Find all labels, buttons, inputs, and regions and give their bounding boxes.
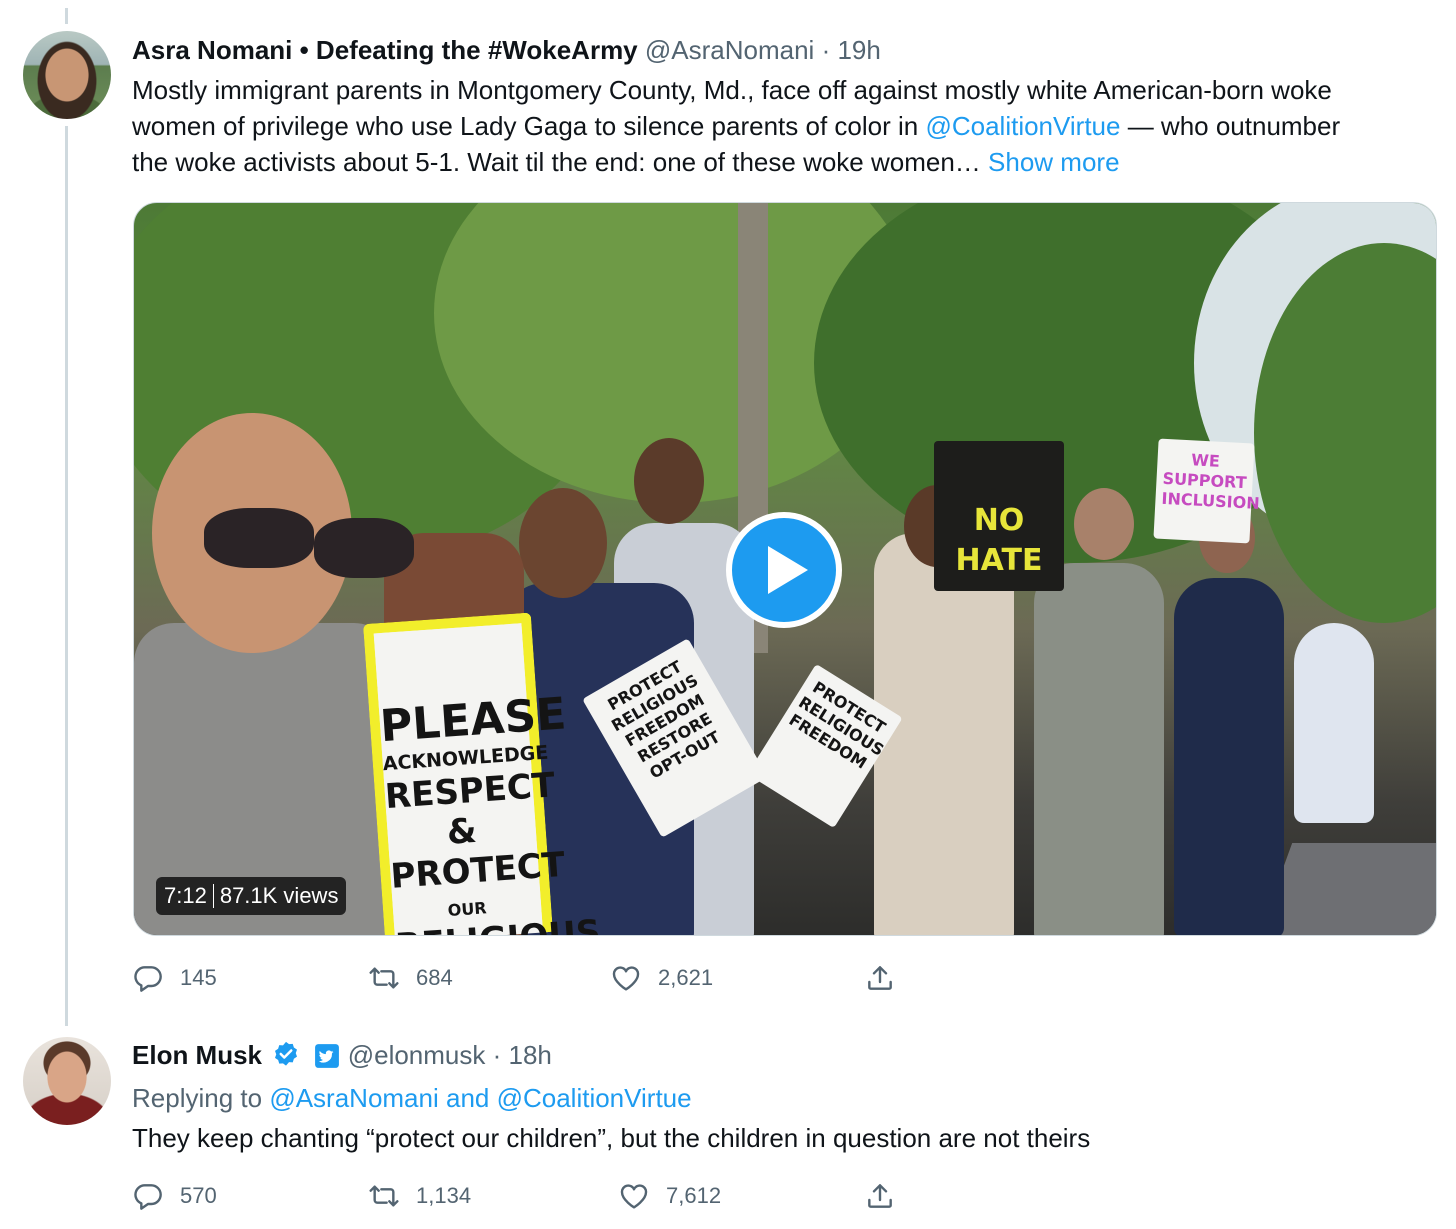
reply-count: 145 [180, 965, 217, 990]
show-more-link[interactable]: Show more [988, 147, 1120, 177]
retweet-count: 684 [416, 965, 453, 990]
author-name[interactable]: Elon Musk [132, 1040, 262, 1070]
like-button[interactable]: 2,621 [610, 958, 713, 998]
retweet-button[interactable]: 684 [368, 958, 453, 998]
like-icon [620, 1184, 648, 1209]
sign-please-acknowledge: PLEASE ACKNOWLEDGE RESPECT & PROTECT OUR… [363, 612, 602, 935]
tweet-time[interactable]: · 19h [822, 35, 881, 65]
reply-icon [134, 1184, 162, 1210]
share-icon [868, 1184, 892, 1208]
thread-line-top [65, 8, 68, 24]
tweet-text-line: Mostly immigrant parents in Montgomery C… [132, 75, 1332, 105]
sign-we-support: WE SUPPORT INCLUSION [1153, 438, 1260, 544]
play-button[interactable] [726, 512, 842, 628]
replying-to: Replying to @AsraNomani and @CoalitionVi… [132, 1080, 1437, 1116]
tweet-text: Mostly immigrant parents in Montgomery C… [132, 72, 1437, 180]
tweet-time[interactable]: · 18h [493, 1040, 552, 1070]
twitter-badge-icon [315, 1044, 340, 1068]
like-count: 2,621 [658, 965, 714, 990]
retweet-icon [369, 967, 399, 989]
share-button[interactable] [864, 1176, 896, 1216]
like-count: 7,612 [666, 1183, 722, 1208]
video-info-badge: 7:12 87.1K views [156, 877, 347, 915]
sunglasses [314, 518, 414, 578]
share-icon [868, 966, 892, 990]
video-duration: 7:12 [164, 883, 207, 908]
tweet-text-segment: — who outnumber [1120, 111, 1341, 141]
video-views: 87.1K views [219, 883, 339, 908]
retweet-count: 1,134 [416, 1183, 472, 1208]
share-button[interactable] [864, 958, 896, 998]
person [1034, 563, 1164, 935]
person [874, 533, 1014, 935]
tweet-text-line: the woke activists about 5-1. Wait til t… [132, 144, 1437, 180]
avatar[interactable] [23, 1037, 111, 1125]
person-head [634, 438, 704, 524]
author-name[interactable]: Asra Nomani • Defeating the #WokeArmy [132, 35, 638, 65]
tweet-text: They keep chanting “protect our children… [132, 1123, 1091, 1153]
reply-count: 570 [180, 1183, 217, 1208]
person-head [1074, 488, 1134, 560]
person-head [519, 488, 607, 598]
tweet-actions: 145 684 2,621 [132, 958, 932, 998]
avatar[interactable] [23, 31, 111, 119]
play-icon [768, 546, 808, 594]
verified-badge-icon [275, 1041, 298, 1066]
tweet-text-segment: the woke activists about 5-1. Wait til t… [132, 147, 989, 177]
tweet-header: Elon Musk @elonmusk · 18h [132, 1037, 552, 1073]
reply-button[interactable]: 570 [132, 1176, 217, 1216]
reply-button[interactable]: 145 [132, 958, 217, 998]
reply-icon [134, 966, 162, 992]
retweet-icon [369, 1185, 399, 1207]
replying-mentions[interactable]: @AsraNomani and @CoalitionVirtue [269, 1083, 691, 1113]
sign-dark: NO HATE [934, 441, 1064, 591]
like-button[interactable]: 7,612 [618, 1176, 721, 1216]
tweet-actions: 570 1,134 7,612 [132, 1176, 932, 1216]
tweet-header: Asra Nomani • Defeating the #WokeArmy @A… [132, 32, 881, 68]
video-player[interactable]: WE SUPPORT INCLUSION NO HATE PROTECT REL… [133, 202, 1437, 936]
tweet-text-segment: women of privilege who use Lady Gaga to … [132, 111, 926, 141]
retweet-button[interactable]: 1,134 [368, 1176, 471, 1216]
author-handle[interactable]: @AsraNomani [645, 35, 814, 65]
sunglasses [204, 508, 314, 568]
person [1294, 623, 1374, 823]
like-icon [612, 966, 640, 991]
tweet-text-line: women of privilege who use Lady Gaga to … [132, 108, 1437, 144]
author-handle[interactable]: @elonmusk [348, 1040, 486, 1070]
mention-link[interactable]: @CoalitionVirtue [925, 111, 1120, 141]
replying-label: Replying to [132, 1083, 270, 1113]
thread-line [65, 126, 68, 1026]
person [1174, 578, 1284, 935]
